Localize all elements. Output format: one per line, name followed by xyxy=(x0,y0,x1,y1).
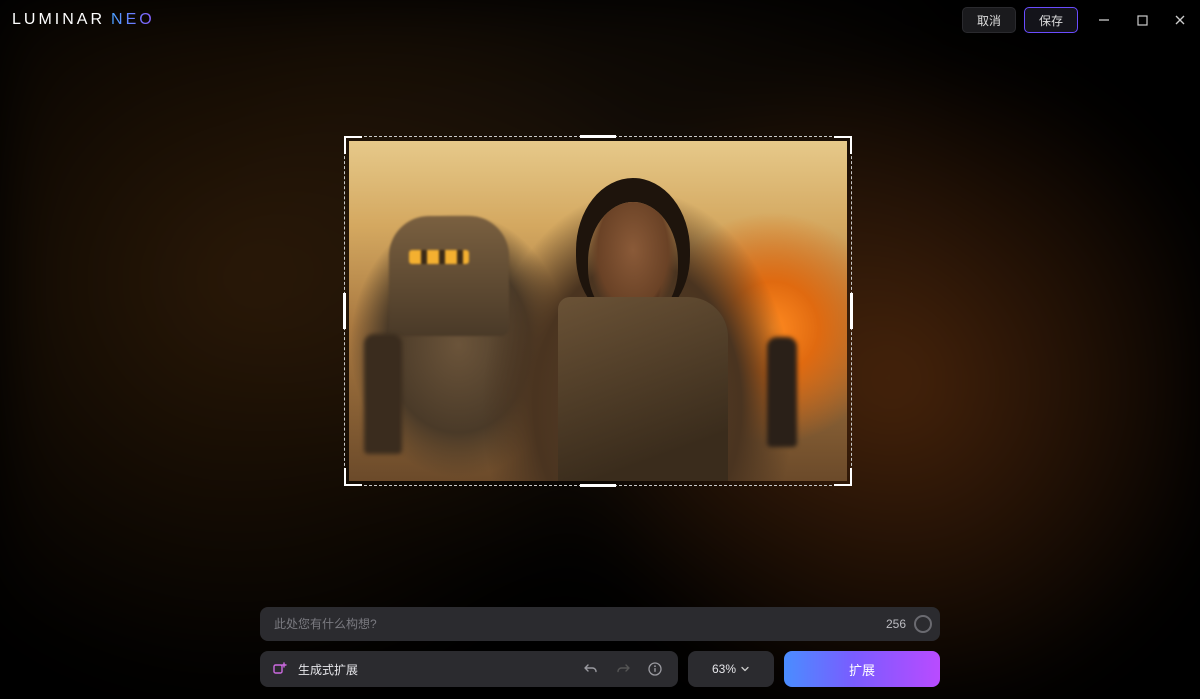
undo-icon[interactable] xyxy=(580,658,602,680)
mode-label: 生成式扩展 xyxy=(298,661,358,678)
crop-handle-top[interactable] xyxy=(580,135,616,138)
info-icon[interactable] xyxy=(644,658,666,680)
crop-handle-br[interactable] xyxy=(834,468,852,486)
zoom-value: 63% xyxy=(712,662,736,676)
cancel-button[interactable]: 取消 xyxy=(962,7,1016,33)
prompt-container: 256 xyxy=(260,607,940,641)
redo-icon xyxy=(612,658,634,680)
char-counter: 256 xyxy=(886,617,906,631)
generative-expand-icon xyxy=(272,661,288,677)
mode-panel: 生成式扩展 xyxy=(260,651,678,687)
logo-main: LUMINAR xyxy=(12,11,105,29)
image-preview xyxy=(349,141,847,481)
crop-handle-bl[interactable] xyxy=(344,468,362,486)
logo-sub: NEO xyxy=(111,11,155,29)
minimize-icon[interactable] xyxy=(1096,12,1112,28)
expand-button[interactable]: 扩展 xyxy=(784,651,940,687)
app-logo: LUMINAR NEO xyxy=(12,11,155,29)
close-icon[interactable] xyxy=(1172,12,1188,28)
crop-handle-left[interactable] xyxy=(343,293,346,329)
window-controls xyxy=(1096,12,1188,28)
char-ring-icon xyxy=(914,615,932,633)
prompt-input[interactable] xyxy=(274,617,882,631)
crop-handle-bottom[interactable] xyxy=(580,484,616,487)
crop-handle-tl[interactable] xyxy=(344,136,362,154)
crop-handle-right[interactable] xyxy=(850,293,853,329)
bottom-toolbar: 256 生成式扩展 63% 扩展 xyxy=(260,607,940,687)
crop-handle-tr[interactable] xyxy=(834,136,852,154)
maximize-icon[interactable] xyxy=(1134,12,1150,28)
zoom-dropdown[interactable]: 63% xyxy=(688,651,774,687)
crop-frame[interactable] xyxy=(344,136,852,486)
chevron-down-icon xyxy=(740,664,750,674)
save-button[interactable]: 保存 xyxy=(1024,7,1078,33)
title-bar: LUMINAR NEO 取消 保存 xyxy=(0,0,1200,40)
